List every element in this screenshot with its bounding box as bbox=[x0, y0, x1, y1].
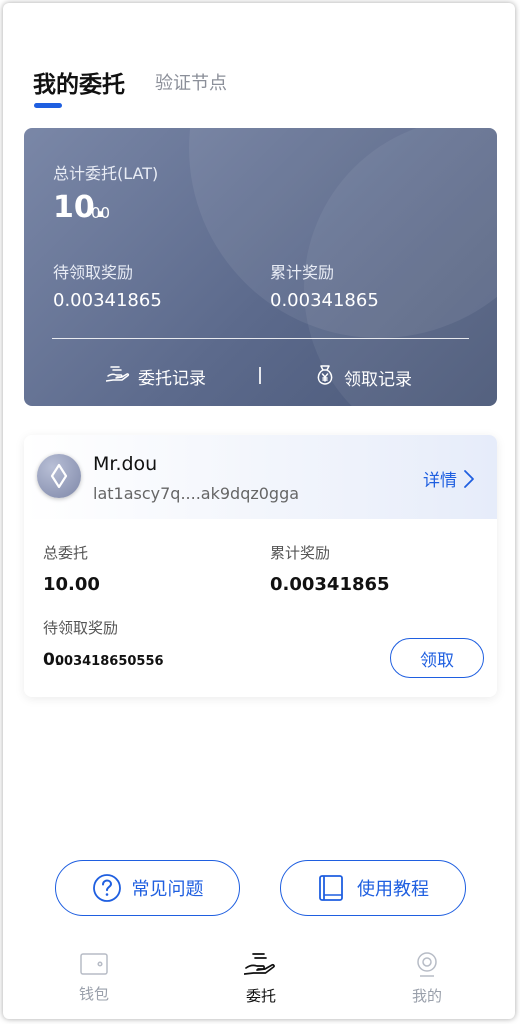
node-header[interactable]: Mr.dou lat1ascy7q....ak9dqz0gga 详情 bbox=[24, 435, 497, 519]
delegation-record-label: 委托记录 bbox=[138, 369, 206, 389]
node-cumulative-value: 0.00341865 bbox=[270, 574, 390, 595]
node-pending-label: 待领取奖励 bbox=[43, 619, 119, 637]
cumulative-reward-value: 0.00341865 bbox=[270, 290, 379, 311]
faq-button[interactable]: 常见问题 bbox=[55, 860, 240, 916]
nav-item-wallet[interactable]: 钱包 bbox=[49, 951, 139, 1004]
summary-divider bbox=[52, 338, 469, 339]
tab-active-indicator bbox=[34, 103, 62, 108]
node-pending-value-rest: 003418650556 bbox=[55, 654, 164, 669]
tab-my-delegation[interactable]: 我的委托 bbox=[33, 65, 125, 99]
detail-label: 详情 bbox=[423, 471, 457, 491]
nav-item-profile[interactable]: 我的 bbox=[382, 951, 472, 1006]
nav-label-profile: 我的 bbox=[411, 987, 442, 1005]
book-icon bbox=[319, 875, 343, 901]
delegate-hand-icon bbox=[244, 953, 275, 975]
total-delegation-decimal: 00 bbox=[91, 204, 111, 222]
node-total-value: 10.00 bbox=[43, 574, 100, 595]
node-total-label: 总委托 bbox=[43, 544, 89, 562]
pending-reward-label: 待领取奖励 bbox=[53, 263, 134, 282]
delegation-summary-card: 总计委托(LAT) 10. 00 待领取奖励 0.00341865 累计奖励 0… bbox=[24, 128, 497, 406]
node-delegation-card: Mr.dou lat1ascy7q....ak9dqz0gga 详情 总委托 1… bbox=[24, 435, 497, 697]
delegation-record-link[interactable]: 委托记录 bbox=[105, 364, 206, 389]
node-address: lat1ascy7q....ak9dqz0gga bbox=[93, 484, 300, 503]
wallet-icon bbox=[80, 953, 108, 975]
app-screen: 我的委托 验证节点 总计委托(LAT) 10. 00 待领取奖励 0.00341… bbox=[3, 3, 515, 1019]
profile-icon bbox=[417, 952, 437, 977]
delegate-hand-icon bbox=[105, 364, 130, 389]
faq-label: 常见问题 bbox=[131, 879, 204, 900]
nav-label-wallet: 钱包 bbox=[78, 985, 109, 1003]
tutorial-button[interactable]: 使用教程 bbox=[280, 860, 466, 916]
tutorial-label: 使用教程 bbox=[357, 879, 429, 900]
claim-record-link[interactable]: 领取记录 bbox=[314, 364, 412, 391]
node-detail-link[interactable]: 详情 bbox=[423, 466, 475, 491]
money-bag-icon bbox=[314, 364, 336, 391]
question-circle-icon bbox=[92, 874, 121, 902]
tab-validator-nodes[interactable]: 验证节点 bbox=[155, 69, 227, 95]
node-name: Mr.dou bbox=[93, 453, 158, 475]
link-separator bbox=[259, 367, 261, 384]
total-delegation-label: 总计委托(LAT) bbox=[53, 164, 159, 183]
chevron-right-icon bbox=[464, 469, 474, 488]
claim-button[interactable]: 领取 bbox=[390, 638, 484, 678]
nav-item-delegate[interactable]: 委托 bbox=[216, 951, 306, 1006]
claim-record-label: 领取记录 bbox=[344, 370, 412, 390]
diamond-icon bbox=[50, 463, 68, 489]
node-avatar bbox=[37, 454, 81, 498]
nav-label-delegate: 委托 bbox=[245, 987, 276, 1005]
node-cumulative-label: 累计奖励 bbox=[270, 544, 331, 562]
cumulative-reward-label: 累计奖励 bbox=[270, 263, 335, 282]
pending-reward-value: 0.00341865 bbox=[53, 290, 162, 311]
